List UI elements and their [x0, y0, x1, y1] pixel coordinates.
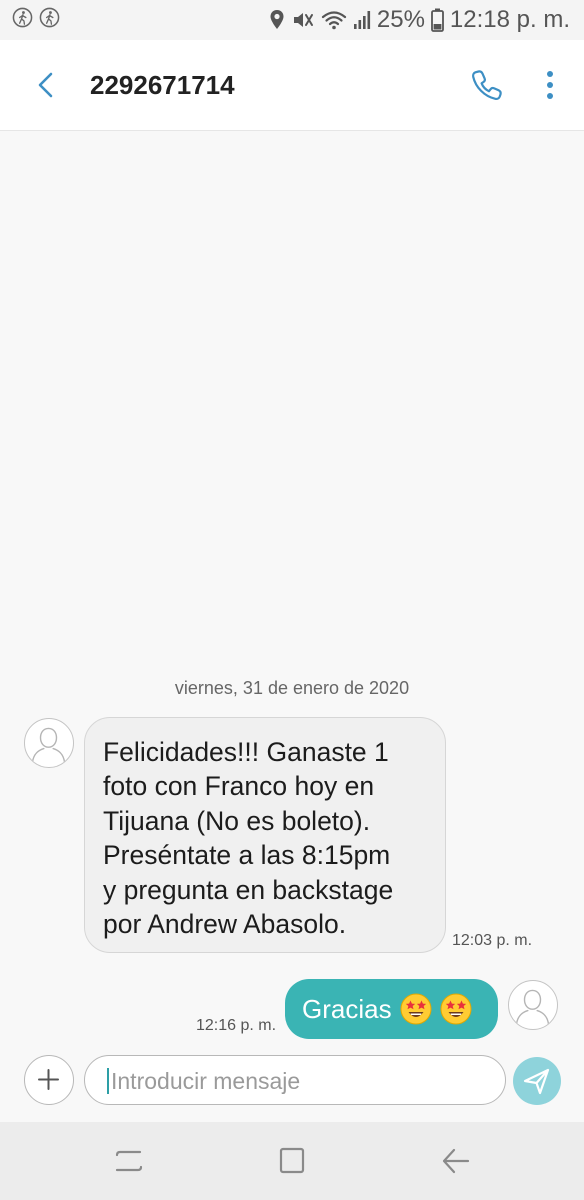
star-struck-emoji-icon [440, 993, 472, 1025]
date-divider: viernes, 31 de enero de 2020 [174, 678, 410, 698]
message-line: por Andrew Abasolo. [103, 909, 347, 940]
battery-percent: 25% [376, 6, 425, 33]
status-time: 12:18 p. m. [449, 6, 570, 33]
message-input-placeholder: Introducir mensaje [111, 1068, 301, 1094]
walking-activity-icon [12, 7, 33, 33]
battery-icon [431, 8, 444, 32]
contact-title: 2292671714 [90, 70, 235, 100]
mute-vibrate-icon [291, 9, 315, 31]
status-right-icons: 25% 12:18 p. m. [269, 5, 570, 35]
star-struck-emoji-icon [400, 993, 432, 1025]
message-line: y pregunta en backstage [103, 874, 394, 905]
signal-icon [353, 9, 371, 31]
message-line: Preséntate a las 8:15pm [103, 840, 391, 871]
message-timestamp: 12:16 p. m. [196, 1017, 277, 1034]
message-line: Tijuana (No es boleto). [103, 805, 371, 836]
wifi-icon [321, 9, 347, 31]
navigation-bar [0, 1122, 584, 1200]
nav-back-button[interactable] [440, 1146, 472, 1176]
conversation-header: 2292671714 [0, 40, 584, 131]
message-line: foto con Franco hoy en [103, 771, 375, 802]
send-button[interactable] [513, 1057, 561, 1105]
status-left-icons [12, 7, 60, 33]
send-icon [523, 1068, 550, 1095]
my-avatar[interactable] [508, 980, 558, 1030]
home-icon [279, 1147, 305, 1174]
phone-icon [472, 70, 502, 100]
walking-activity-icon [39, 7, 60, 33]
back-icon [442, 1148, 470, 1174]
contact-avatar[interactable] [24, 718, 74, 768]
person-icon [515, 989, 550, 1025]
message-input[interactable]: Introducir mensaje [84, 1055, 506, 1105]
home-button[interactable] [278, 1146, 306, 1176]
message-timestamp: 12:03 p. m. [452, 932, 533, 949]
person-icon [31, 727, 66, 763]
status-bar: 25% 12:18 p. m. [0, 0, 584, 40]
plus-icon [38, 1069, 59, 1090]
message-text: Gracias [302, 993, 392, 1024]
recent-apps-icon [115, 1150, 143, 1172]
text-cursor [107, 1068, 109, 1094]
more-options-button[interactable] [538, 68, 562, 102]
outgoing-message-bubble[interactable]: Gracias [285, 979, 498, 1039]
location-icon [269, 9, 285, 31]
call-button[interactable] [470, 68, 504, 102]
recent-apps-button[interactable] [114, 1146, 144, 1176]
incoming-message-bubble[interactable]: Felicidades!!! Ganaste 1 foto con Franco… [84, 717, 446, 953]
add-attachment-button[interactable] [24, 1055, 74, 1105]
message-line: Felicidades!!! Ganaste 1 [103, 737, 389, 767]
chevron-left-icon [38, 72, 53, 98]
back-button[interactable] [30, 68, 60, 102]
more-vertical-icon [547, 71, 553, 99]
